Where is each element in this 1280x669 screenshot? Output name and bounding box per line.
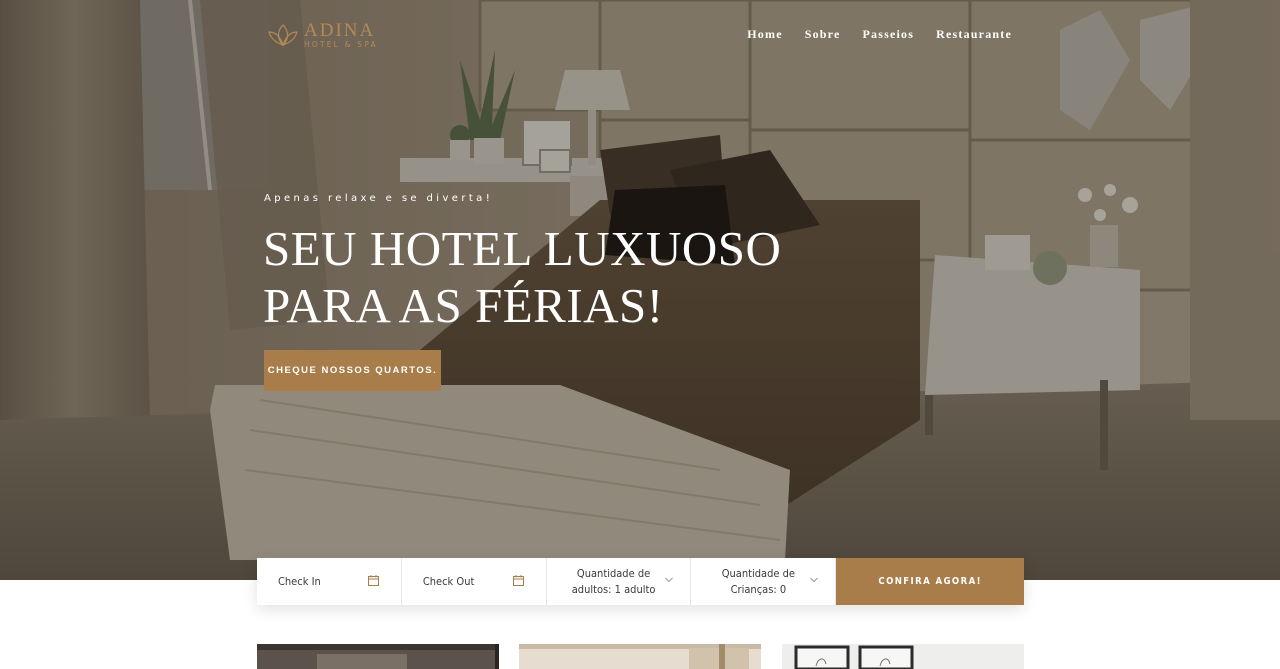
hero-headline: SEU HOTEL LUXUOSO PARA AS FÉRIAS! bbox=[263, 220, 863, 334]
room-card-image-3[interactable] bbox=[782, 644, 1024, 669]
check-out-label: Check Out bbox=[422, 575, 475, 588]
calendar-icon bbox=[512, 575, 524, 586]
main-navigation: Home Sobre Passeios Restaurante bbox=[725, 27, 1012, 42]
hero-section: ADINA HOTEL & SPA Home Sobre Passeios Re… bbox=[0, 0, 1280, 580]
room-photo bbox=[782, 644, 1024, 669]
adults-label-line-1: Quantidade de bbox=[576, 566, 651, 580]
hero-headline-line-2: PARA AS FÉRIAS! bbox=[263, 278, 664, 333]
brand-subtitle: HOTEL & SPA bbox=[304, 40, 378, 50]
chevron-down-icon bbox=[810, 577, 819, 583]
brand-logo[interactable]: ADINA HOTEL & SPA bbox=[266, 20, 378, 50]
nav-item-home[interactable]: Home bbox=[747, 27, 782, 42]
brand-name: ADINA bbox=[304, 20, 376, 42]
room-card-image-2[interactable] bbox=[519, 644, 761, 669]
room-photo bbox=[519, 644, 761, 669]
children-select-value: Quantidade de Crianças: 0 bbox=[703, 566, 813, 598]
nav-item-restaurante[interactable]: Restaurante bbox=[936, 27, 1012, 42]
check-rooms-button[interactable]: CHEQUE NOSSOS QUARTOS. bbox=[264, 350, 441, 391]
check-in-field[interactable]: Check In bbox=[257, 558, 402, 605]
check-availability-button[interactable]: CONFIRA AGORA! bbox=[836, 558, 1025, 605]
children-select[interactable]: Quantidade de Crianças: 0 bbox=[691, 558, 837, 605]
room-card-image-1[interactable] bbox=[257, 644, 499, 669]
check-in-label: Check In bbox=[278, 575, 321, 588]
adults-select[interactable]: Quantidade de adultos: 1 adulto bbox=[547, 558, 692, 605]
hero-tagline: Apenas relaxe e se diverta! bbox=[264, 193, 494, 204]
booking-form: Check In Check Out Quantidade de adultos… bbox=[257, 558, 1025, 605]
adults-label-line-2: adultos: 1 adulto bbox=[571, 582, 656, 596]
room-photo bbox=[257, 644, 499, 669]
calendar-icon bbox=[367, 575, 379, 586]
lotus-logo-icon bbox=[268, 24, 298, 46]
chevron-down-icon bbox=[665, 577, 674, 583]
hero-headline-line-1: SEU HOTEL LUXUOSO bbox=[263, 221, 782, 276]
adults-select-value: Quantidade de adultos: 1 adulto bbox=[559, 566, 669, 598]
children-label-line-2: Crianças: 0 bbox=[730, 582, 787, 596]
nav-item-sobre[interactable]: Sobre bbox=[805, 27, 841, 42]
check-out-field[interactable]: Check Out bbox=[402, 558, 547, 605]
children-label-line-1: Quantidade de bbox=[721, 566, 796, 580]
nav-item-passeios[interactable]: Passeios bbox=[863, 27, 915, 42]
